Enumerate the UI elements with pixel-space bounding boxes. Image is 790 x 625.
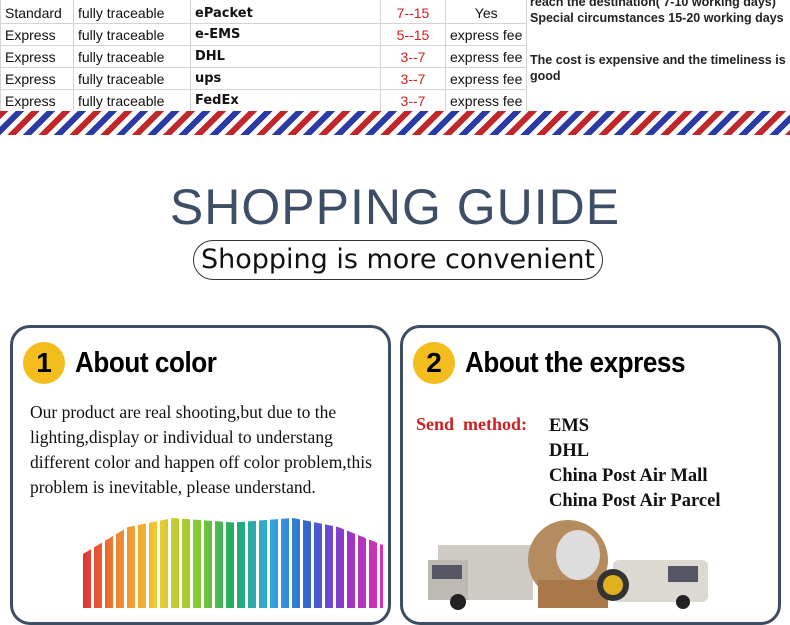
airmail-stripe-divider	[0, 111, 790, 135]
row-days: 7--15	[380, 0, 446, 24]
row-carrier: DHL	[190, 45, 381, 68]
table-row: Express fully traceable ups 3--7 express fee	[0, 67, 528, 90]
row-carrier: ups	[190, 67, 381, 90]
row-carrier: e-EMS	[190, 23, 381, 46]
method-item: China Post Air Mall	[549, 466, 708, 486]
row-type: Express	[0, 23, 74, 46]
note-line: reach the destination( 7-10 working days…	[530, 0, 776, 9]
about-color-card: 1 About color Our product are real shoot…	[10, 325, 391, 625]
card-body: Our product are real shooting,but due to…	[30, 402, 372, 497]
row-type: Express	[0, 45, 74, 68]
number-badge: 1	[23, 342, 65, 384]
row-fee: express fee	[444, 67, 528, 90]
row-fee: express fee	[444, 23, 528, 46]
note-line: Special circumstances 15-20 working days	[530, 11, 784, 25]
shipping-table: Standard fully traceable ePacket 7--15 Yes Ex…	[0, 0, 528, 112]
table-row: Standard fully traceable ePacket 7--15 Yes	[0, 0, 528, 24]
standard-note: reach the destination( 7-10 working days…	[530, 0, 790, 26]
row-type: Standard	[0, 0, 74, 24]
row-days: 3--7	[380, 67, 446, 90]
row-days: 3--7	[380, 89, 446, 112]
row-tracking: fully traceable	[73, 0, 191, 24]
method-list: EMS DHL China Post Air Mall China Post A…	[549, 414, 720, 514]
table-row: Express fully traceable FedEx 3--7 express f…	[0, 89, 528, 112]
about-express-card: 2 About the express Send method: EMS DHL…	[400, 325, 781, 625]
page-title: SHOPPING GUIDE	[169, 179, 621, 235]
send-method-label: Send method:	[416, 414, 528, 434]
colored-pencils-image	[83, 518, 383, 608]
row-type: Express	[0, 89, 74, 112]
row-carrier: ePacket	[190, 0, 381, 24]
row-tracking: fully traceable	[73, 67, 191, 90]
row-days: 3--7	[380, 45, 446, 68]
row-fee: express fee	[444, 45, 528, 68]
method-item: EMS	[549, 416, 590, 436]
number-badge: 2	[413, 342, 455, 384]
table-row: Express fully traceable DHL 3--7 express fee	[0, 45, 528, 68]
row-tracking: fully traceable	[73, 45, 191, 68]
row-tracking: fully traceable	[73, 89, 191, 112]
row-fee: express fee	[444, 89, 528, 112]
row-tracking: fully traceable	[73, 23, 191, 46]
subtitle-pill: Shopping is more convenient	[193, 240, 603, 280]
card-title: About color	[75, 347, 217, 379]
table-row: Express fully traceable e-EMS 5--15 express …	[0, 23, 528, 46]
row-type: Express	[0, 67, 74, 90]
trucks-globe-image	[428, 520, 708, 610]
card-title: About the express	[465, 347, 686, 379]
row-carrier: FedEx	[190, 89, 381, 112]
row-days: 5--15	[380, 23, 446, 46]
method-item: China Post Air Parcel	[549, 491, 721, 511]
row-fee: Yes	[444, 0, 528, 24]
express-note: The cost is expensive and the timeliness…	[530, 53, 786, 83]
method-item: DHL	[549, 441, 590, 461]
